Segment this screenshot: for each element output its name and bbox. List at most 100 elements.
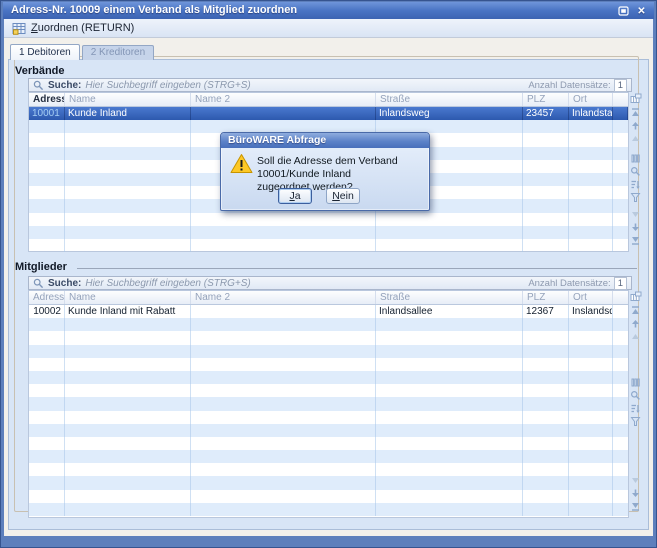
table-row[interactable] (29, 358, 628, 371)
table-row[interactable] (29, 213, 628, 226)
window-titlebar[interactable]: Adress-Nr. 10009 einem Verband als Mitgl… (3, 2, 654, 19)
table-cell (376, 358, 523, 371)
verbaende-searchbar[interactable]: Suche: Hier Suchbegriff eingeben (STRG+S… (28, 78, 632, 92)
sort-icon[interactable] (630, 179, 641, 190)
table-row[interactable] (29, 371, 628, 384)
table-cell (376, 213, 523, 226)
table-cell (191, 107, 376, 120)
close-icon[interactable]: ✕ (635, 5, 648, 17)
table-row[interactable] (29, 463, 628, 476)
table-row[interactable] (29, 345, 628, 358)
table-cell (523, 463, 569, 476)
column-picker-icon[interactable] (629, 92, 642, 105)
table-row[interactable] (29, 239, 628, 252)
scroll-top-icon[interactable] (630, 305, 641, 316)
table-row[interactable] (29, 476, 628, 489)
table-cell (569, 199, 613, 212)
table-cell (569, 120, 613, 133)
step-up-icon[interactable] (630, 120, 641, 131)
tab-debitoren[interactable]: 1 Debitoren (10, 44, 80, 60)
table-cell (29, 226, 65, 239)
table-row[interactable] (29, 318, 628, 331)
table-cell (65, 186, 191, 199)
table-cell (65, 226, 191, 239)
page-up-icon[interactable] (630, 133, 641, 144)
column-header[interactable]: Name 2 (191, 93, 376, 106)
table-row[interactable] (29, 437, 628, 450)
column-header[interactable]: Name 2 (191, 291, 376, 304)
yes-button[interactable]: Ja (278, 188, 312, 204)
table-cell (569, 437, 613, 450)
column-header[interactable]: Adress-Nr. (29, 291, 65, 304)
page-up-icon[interactable] (630, 331, 641, 342)
dialog-titlebar[interactable]: BüroWARE Abfrage (221, 133, 429, 148)
search-input[interactable]: Hier Suchbegriff eingeben (STRG+S) (85, 278, 528, 289)
table-cell (29, 371, 65, 384)
table-cell (65, 147, 191, 160)
table-cell (29, 173, 65, 186)
table-row[interactable] (29, 331, 628, 344)
mitglieder-searchbar[interactable]: Suche: Hier Suchbegriff eingeben (STRG+S… (28, 276, 632, 290)
column-header[interactable]: Ort (569, 291, 613, 304)
filter-icon[interactable] (630, 416, 641, 427)
zuordnen-button[interactable]: Zuordnen (RETURN) (31, 22, 134, 34)
table-row[interactable] (29, 411, 628, 424)
table-cell (569, 331, 613, 344)
scroll-bottom-icon[interactable] (630, 501, 641, 512)
table-row[interactable] (29, 384, 628, 397)
warning-icon (230, 153, 253, 179)
step-down-icon[interactable] (630, 488, 641, 499)
column-header[interactable]: PLZ (523, 291, 569, 304)
table-cell (29, 239, 65, 252)
column-header[interactable]: Ort (569, 93, 613, 106)
column-header[interactable]: Name (65, 291, 191, 304)
filter-icon[interactable] (630, 192, 641, 203)
column-header[interactable]: Adress-Nr. (29, 93, 65, 106)
column-header[interactable]: Straße (376, 93, 523, 106)
table-row[interactable] (29, 397, 628, 410)
search-icon (33, 278, 44, 289)
column-header[interactable]: PLZ (523, 93, 569, 106)
column-select-icon[interactable] (630, 377, 641, 388)
table-row[interactable] (29, 424, 628, 437)
table-cell (65, 397, 191, 410)
sort-icon[interactable] (630, 403, 641, 414)
restore-window-icon[interactable] (617, 5, 630, 17)
table-cell (569, 213, 613, 226)
table-row[interactable] (29, 490, 628, 503)
table-row[interactable]: 10002Kunde Inland mit RabattInlandsallee… (29, 305, 628, 318)
row-filler (613, 411, 628, 424)
column-select-icon[interactable] (630, 153, 641, 164)
page-down-icon[interactable] (630, 475, 641, 486)
tab-kreditoren[interactable]: 2 Kreditoren (82, 45, 154, 60)
table-row[interactable] (29, 503, 628, 516)
scroll-top-icon[interactable] (630, 107, 641, 118)
table-cell (29, 397, 65, 410)
column-header[interactable]: Name (65, 93, 191, 106)
step-down-icon[interactable] (630, 222, 641, 233)
table-row[interactable]: 10001Kunde InlandInlandsweg23457Inlandst… (29, 107, 628, 120)
scroll-bottom-icon[interactable] (630, 235, 641, 246)
column-header[interactable]: Straße (376, 291, 523, 304)
no-button[interactable]: Nein (326, 188, 360, 204)
search-input[interactable]: Hier Suchbegriff eingeben (STRG+S) (85, 80, 528, 91)
row-filler (613, 239, 628, 252)
row-filler (613, 133, 628, 146)
search-icon[interactable] (630, 166, 641, 177)
table-cell (29, 199, 65, 212)
table-cell (569, 186, 613, 199)
mitglieder-table-header: Adress-Nr.NameName 2StraßePLZOrt (29, 291, 628, 305)
step-up-icon[interactable] (630, 318, 641, 329)
table-cell (569, 147, 613, 160)
application-window: Adress-Nr. 10009 einem Verband als Mitgl… (0, 0, 657, 548)
table-cell (29, 463, 65, 476)
column-picker-icon[interactable] (629, 290, 642, 303)
table-cell (569, 226, 613, 239)
table-cell (376, 476, 523, 489)
page-down-icon[interactable] (630, 209, 641, 220)
table-row[interactable] (29, 226, 628, 239)
table-row[interactable] (29, 450, 628, 463)
search-icon[interactable] (630, 390, 641, 401)
search-icon (33, 80, 44, 91)
table-cell (523, 503, 569, 516)
